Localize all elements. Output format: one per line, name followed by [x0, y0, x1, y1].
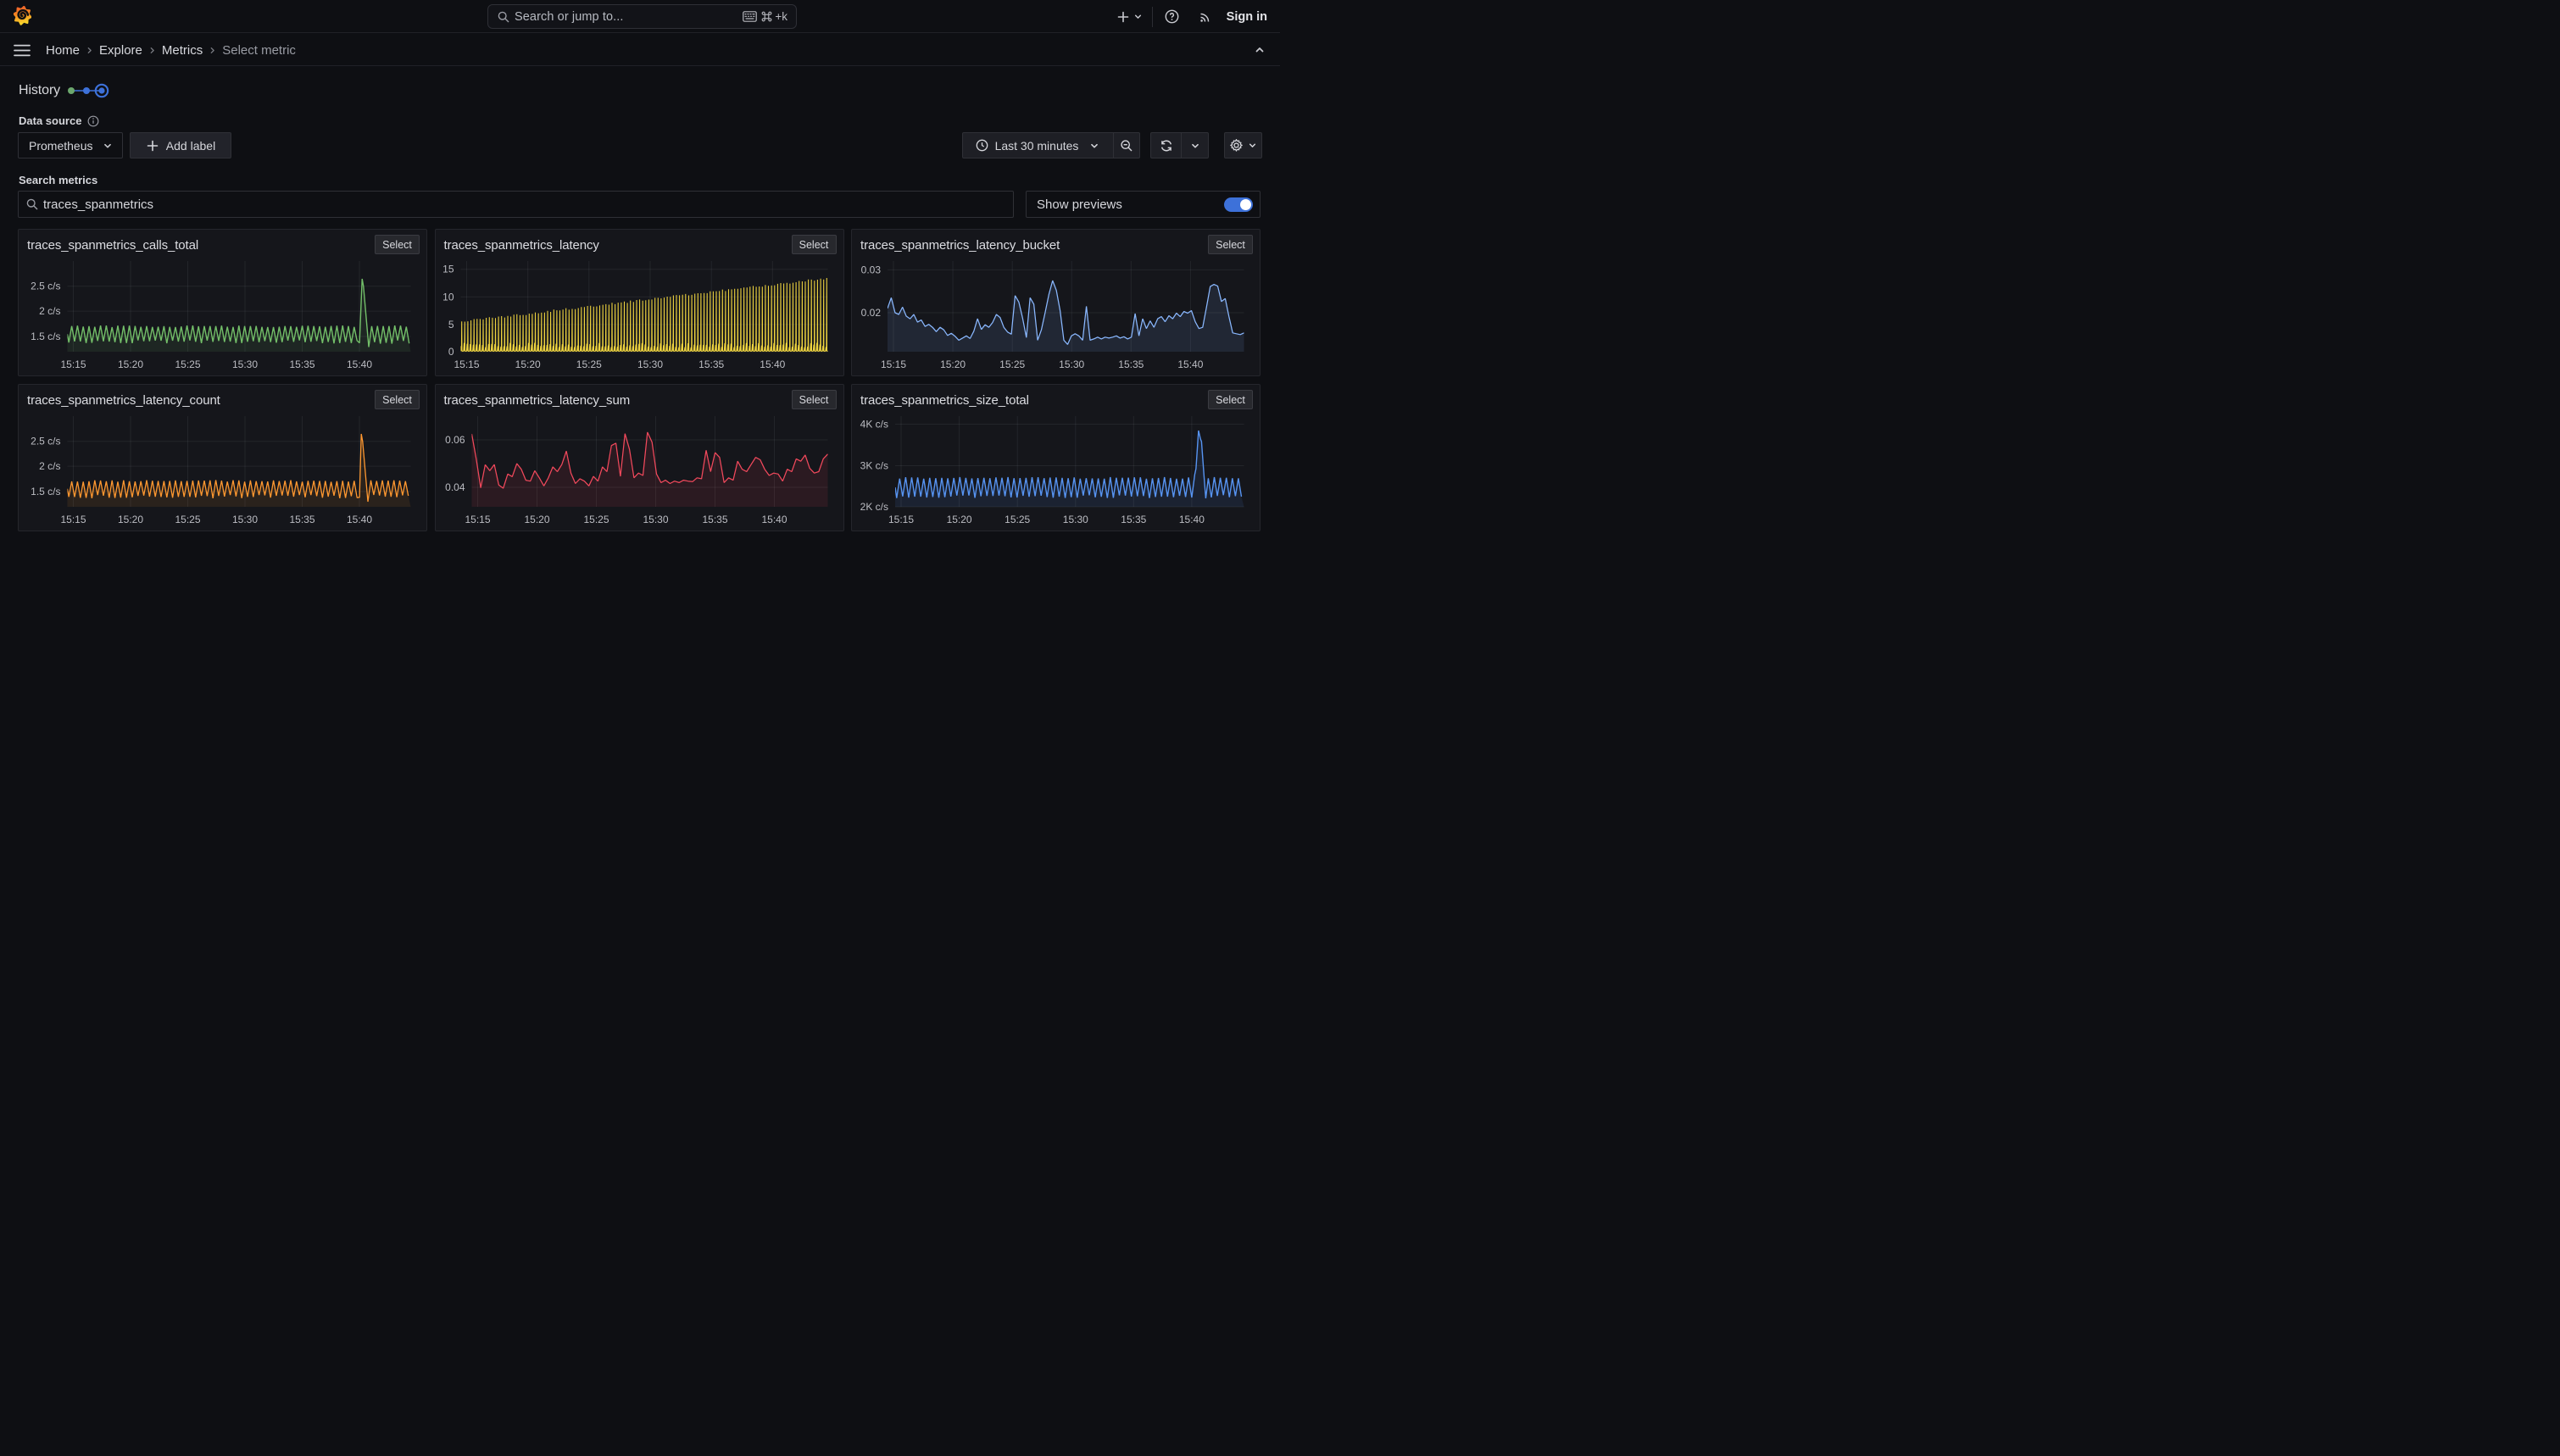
svg-text:1.5 c/s: 1.5 c/s: [31, 331, 60, 342]
svg-text:15:15: 15:15: [60, 358, 86, 370]
svg-text:1.5 c/s: 1.5 c/s: [31, 486, 60, 497]
svg-text:15:30: 15:30: [232, 358, 258, 370]
svg-text:15:30: 15:30: [232, 514, 258, 525]
svg-text:15:15: 15:15: [881, 358, 906, 370]
svg-text:15:35: 15:35: [1118, 358, 1144, 370]
svg-text:15:20: 15:20: [940, 358, 966, 370]
svg-text:15:25: 15:25: [583, 514, 609, 525]
svg-text:3K c/s: 3K c/s: [860, 460, 888, 472]
svg-text:0.04: 0.04: [445, 481, 465, 493]
svg-text:15:25: 15:25: [999, 358, 1025, 370]
svg-text:15:20: 15:20: [118, 514, 143, 525]
svg-text:0: 0: [448, 346, 454, 358]
svg-text:15:40: 15:40: [761, 514, 787, 525]
svg-text:2 c/s: 2 c/s: [39, 305, 60, 317]
svg-text:4K c/s: 4K c/s: [860, 419, 888, 431]
svg-text:15:20: 15:20: [947, 514, 972, 525]
svg-text:15:40: 15:40: [347, 358, 372, 370]
svg-text:0.03: 0.03: [861, 264, 882, 275]
svg-text:10: 10: [442, 291, 454, 303]
svg-text:15:15: 15:15: [888, 514, 914, 525]
svg-text:15:15: 15:15: [60, 514, 86, 525]
svg-text:15:25: 15:25: [1005, 514, 1030, 525]
svg-text:15: 15: [442, 264, 454, 275]
svg-text:0.06: 0.06: [445, 434, 465, 446]
svg-text:15:35: 15:35: [1121, 514, 1146, 525]
svg-text:15:40: 15:40: [1179, 514, 1205, 525]
svg-text:5: 5: [448, 319, 454, 331]
svg-text:15:40: 15:40: [1177, 358, 1203, 370]
svg-text:2.5 c/s: 2.5 c/s: [31, 436, 60, 447]
svg-text:15:20: 15:20: [515, 358, 540, 370]
svg-text:15:30: 15:30: [1063, 514, 1088, 525]
svg-text:15:35: 15:35: [289, 358, 314, 370]
svg-text:15:30: 15:30: [643, 514, 668, 525]
svg-text:2K c/s: 2K c/s: [860, 501, 888, 513]
svg-text:15:30: 15:30: [637, 358, 662, 370]
svg-text:15:35: 15:35: [289, 514, 314, 525]
svg-text:15:15: 15:15: [454, 358, 479, 370]
svg-text:15:30: 15:30: [1059, 358, 1084, 370]
svg-text:15:20: 15:20: [524, 514, 549, 525]
svg-text:15:25: 15:25: [576, 358, 601, 370]
svg-text:15:35: 15:35: [702, 514, 727, 525]
svg-text:15:25: 15:25: [175, 514, 200, 525]
svg-text:15:40: 15:40: [347, 514, 372, 525]
svg-text:2.5 c/s: 2.5 c/s: [31, 281, 60, 292]
svg-text:15:35: 15:35: [698, 358, 724, 370]
svg-text:15:40: 15:40: [760, 358, 785, 370]
svg-text:15:15: 15:15: [465, 514, 490, 525]
svg-text:15:20: 15:20: [118, 358, 143, 370]
svg-text:15:25: 15:25: [175, 358, 200, 370]
svg-text:0.02: 0.02: [861, 307, 882, 319]
svg-text:2 c/s: 2 c/s: [39, 460, 60, 472]
